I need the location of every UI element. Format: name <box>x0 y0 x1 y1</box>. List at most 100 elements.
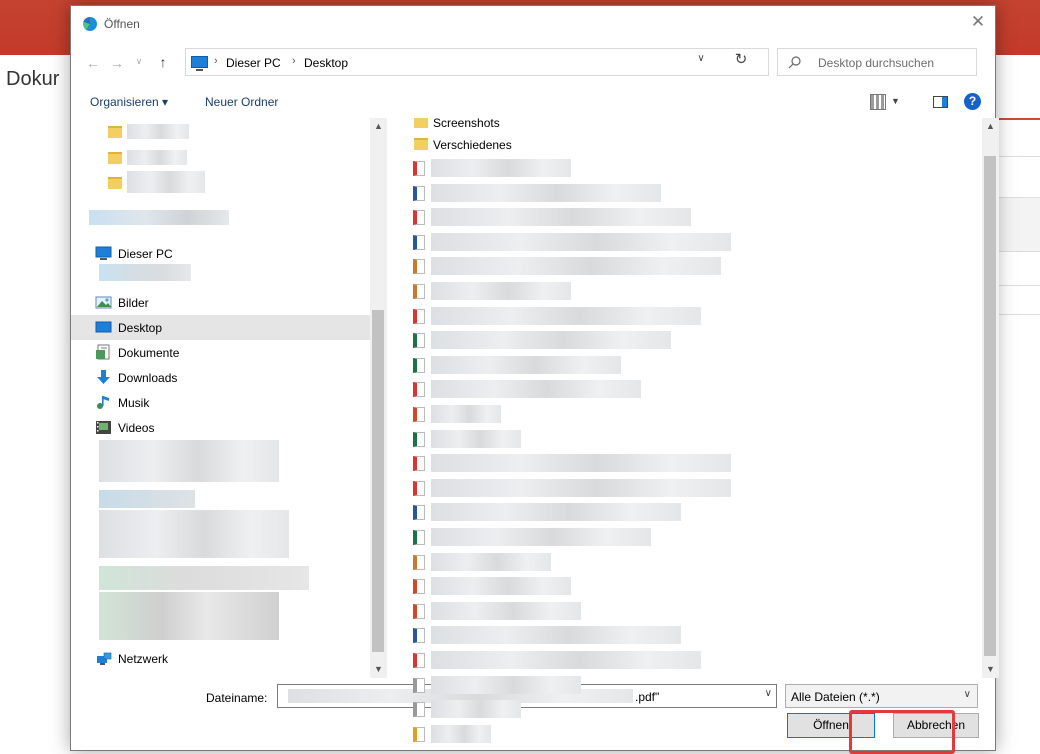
redacted-file-name[interactable] <box>431 651 701 669</box>
scroll-down-icon[interactable]: ▼ <box>982 661 999 678</box>
filetype-value: Alle Dateien (*.*) <box>791 690 880 704</box>
filename-label: Dateiname: <box>206 691 268 705</box>
redacted-file-name[interactable] <box>431 429 521 448</box>
file-icon <box>413 259 425 275</box>
nav-label: Musik <box>118 396 150 410</box>
file-icon <box>413 234 425 250</box>
redacted-label <box>127 124 189 139</box>
close-icon[interactable]: ✕ <box>967 11 989 33</box>
nav-item-documents[interactable]: Dokumente <box>71 340 371 365</box>
file-scrollbar[interactable]: ▲ ▼ <box>982 118 999 678</box>
nav-item-music[interactable]: Musik <box>71 390 371 415</box>
redacted-file-name[interactable] <box>431 405 501 423</box>
pictures-icon <box>95 296 112 309</box>
scroll-thumb[interactable] <box>372 310 384 652</box>
chevron-right-icon: › <box>292 55 296 67</box>
search-input[interactable]: Desktop durchsuchen <box>777 48 977 76</box>
scroll-thumb[interactable] <box>984 156 996 656</box>
file-icon <box>413 357 425 373</box>
list-item[interactable]: Verschiedenes <box>405 132 965 157</box>
title-bar: Öffnen ✕ <box>71 6 995 42</box>
redacted-file-name[interactable] <box>431 700 521 719</box>
this-pc-icon <box>191 56 208 71</box>
redacted-file-name[interactable] <box>431 331 671 350</box>
preview-pane-icon[interactable] <box>933 96 948 108</box>
file-name: Verschiedenes <box>433 138 512 152</box>
command-bar: Organisieren ▾ Neuer Ordner <box>71 86 995 118</box>
music-icon <box>97 396 109 409</box>
address-bar[interactable]: › Dieser PC › Desktop <box>185 48 769 76</box>
file-icon <box>413 677 425 693</box>
forward-arrow-icon[interactable]: → <box>109 55 125 71</box>
folder-icon <box>108 177 122 189</box>
redacted-label <box>127 171 205 193</box>
chevron-down-icon[interactable]: ∨ <box>691 53 711 64</box>
scroll-up-icon[interactable]: ▲ <box>370 118 387 135</box>
file-icon <box>413 210 425 226</box>
file-icon <box>413 554 425 570</box>
view-options-icon[interactable] <box>870 94 886 110</box>
filetype-select[interactable]: Alle Dateien (*.*) ∨ <box>785 684 978 708</box>
scroll-down-icon[interactable]: ▼ <box>370 661 387 678</box>
redacted-file-name[interactable] <box>431 159 571 177</box>
navigation-pane[interactable]: Dieser PC Bilder Desktop Dokumente Downl… <box>71 118 387 678</box>
redacted-file-name[interactable] <box>431 724 491 743</box>
redacted-label <box>89 210 229 225</box>
nav-item-this-pc[interactable]: Dieser PC <box>71 241 371 266</box>
redacted-file-name[interactable] <box>431 528 651 546</box>
redacted-file-name[interactable] <box>431 380 641 399</box>
nav-item-downloads[interactable]: Downloads <box>71 365 371 390</box>
redacted-file-name[interactable] <box>431 626 681 645</box>
redacted-label <box>99 440 279 482</box>
nav-item-pictures[interactable]: Bilder <box>71 290 371 315</box>
redacted-file-name[interactable] <box>431 552 551 571</box>
page-title: Dokur <box>6 68 60 90</box>
redacted-file-name[interactable] <box>431 503 681 522</box>
scroll-up-icon[interactable]: ▲ <box>982 118 999 135</box>
filename-value: .pdf" <box>635 690 660 704</box>
organize-button[interactable]: Organisieren ▾ <box>90 95 168 109</box>
file-name: Screenshots <box>433 118 500 130</box>
redacted-file-name[interactable] <box>431 257 721 276</box>
nav-item-network[interactable]: Netzwerk <box>71 646 371 671</box>
file-icon <box>413 382 425 398</box>
videos-icon <box>96 421 111 434</box>
recent-dropdown-icon[interactable]: ∨ <box>131 56 147 67</box>
nav-item-desktop[interactable]: Desktop <box>71 315 371 340</box>
redacted-file-name[interactable] <box>431 675 581 694</box>
highlight-box <box>849 710 955 754</box>
refresh-icon[interactable]: ↻ <box>731 50 751 68</box>
folder-icon <box>108 152 122 164</box>
nav-label: Downloads <box>118 371 178 385</box>
redacted-file-name[interactable] <box>431 577 571 596</box>
nav-scrollbar[interactable]: ▲ ▼ <box>370 118 387 678</box>
redacted-file-name[interactable] <box>431 183 661 202</box>
breadcrumb-desktop[interactable]: Desktop <box>304 56 348 70</box>
redacted-file-name[interactable] <box>431 355 621 374</box>
chevron-down-icon[interactable]: ▼ <box>891 96 900 106</box>
nav-item-videos[interactable]: Videos <box>71 415 371 440</box>
redacted-file-name[interactable] <box>431 282 571 300</box>
chevron-down-icon[interactable]: ∨ <box>765 688 772 699</box>
file-icon <box>413 628 425 644</box>
redacted-file-name[interactable] <box>431 208 691 227</box>
up-arrow-icon[interactable]: ↑ <box>155 54 171 70</box>
new-folder-button[interactable]: Neuer Ordner <box>205 95 278 109</box>
back-arrow-icon[interactable]: ← <box>85 55 101 71</box>
file-icon <box>413 579 425 595</box>
chevron-down-icon: ∨ <box>963 689 971 700</box>
search-icon <box>788 56 801 69</box>
redacted-file-name[interactable] <box>431 601 581 620</box>
redacted-label <box>99 592 279 640</box>
edge-icon <box>83 17 97 31</box>
redacted-file-name[interactable] <box>431 306 701 325</box>
help-icon[interactable]: ? <box>964 93 981 110</box>
redacted-file-name[interactable] <box>431 478 731 497</box>
redacted-file-name[interactable] <box>431 232 731 251</box>
redacted-file-name[interactable] <box>431 454 731 473</box>
nav-label: Dieser PC <box>118 247 173 261</box>
breadcrumb-this-pc[interactable]: Dieser PC <box>226 56 281 70</box>
file-icon <box>413 702 425 718</box>
open-file-dialog: Öffnen ✕ ← → ∨ ↑ › Dieser PC › Desktop ∨… <box>70 5 999 754</box>
folder-icon <box>414 138 428 150</box>
